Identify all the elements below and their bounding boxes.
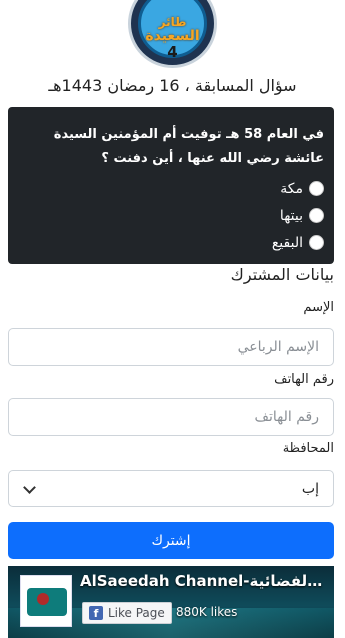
answer-option-label: البقيع: [271, 234, 303, 251]
governorate-selected-value: إب: [301, 480, 319, 497]
chevron-down-icon: [23, 483, 35, 495]
channel-logo: طائر السعيدة 4: [128, 0, 217, 68]
logo-badge: طائر السعيدة 4: [128, 0, 217, 68]
name-label: الإسم: [303, 300, 334, 315]
radio-button[interactable]: [309, 181, 324, 196]
answer-option-2[interactable]: بيتها: [20, 202, 324, 229]
participant-section-title: بيانات المشترك: [230, 265, 334, 284]
governorate-label: المحافظة: [282, 441, 334, 456]
name-input[interactable]: [8, 328, 334, 366]
answer-option-3[interactable]: البقيع: [20, 229, 324, 256]
logo-ring: طائر السعيدة 4: [138, 0, 207, 61]
governorate-select[interactable]: إب: [8, 470, 334, 507]
logo-text-line2: السعيدة: [145, 28, 200, 44]
likes-count: 880K likes: [176, 605, 238, 619]
facebook-page-widget[interactable]: AlSaeedah Channel-قناة السعيدة الفضائية …: [8, 566, 334, 638]
subscribe-button[interactable]: إشترك: [8, 522, 334, 559]
question-card: في العام 58 هـ توفيت أم المؤمنين السيدة …: [8, 107, 334, 264]
answer-option-label: بيتها: [279, 207, 303, 224]
avatar-emblem: [37, 593, 49, 605]
phone-label: رقم الهاتف: [274, 372, 334, 387]
facebook-page-name[interactable]: AlSaeedah Channel-قناة السعيدة الفضائية: [80, 572, 325, 590]
page-avatar[interactable]: [20, 575, 72, 627]
facebook-f-icon: f: [89, 606, 103, 620]
phone-input[interactable]: [8, 398, 334, 436]
question-title: سؤال المسابقة ، 16 رمضان 1443هـ: [48, 76, 297, 95]
question-text: في العام 58 هـ توفيت أم المؤمنين السيدة …: [53, 127, 324, 166]
radio-button[interactable]: [309, 208, 324, 223]
answer-option-1[interactable]: مكة: [20, 175, 324, 202]
answer-option-label: مكة: [280, 180, 303, 197]
like-page-button[interactable]: f Like Page: [82, 602, 172, 624]
logo-text-line1: طائر: [158, 15, 187, 29]
like-page-label: Like Page: [108, 606, 165, 620]
logo-text-line3: 4: [167, 43, 178, 61]
radio-button[interactable]: [309, 235, 324, 250]
